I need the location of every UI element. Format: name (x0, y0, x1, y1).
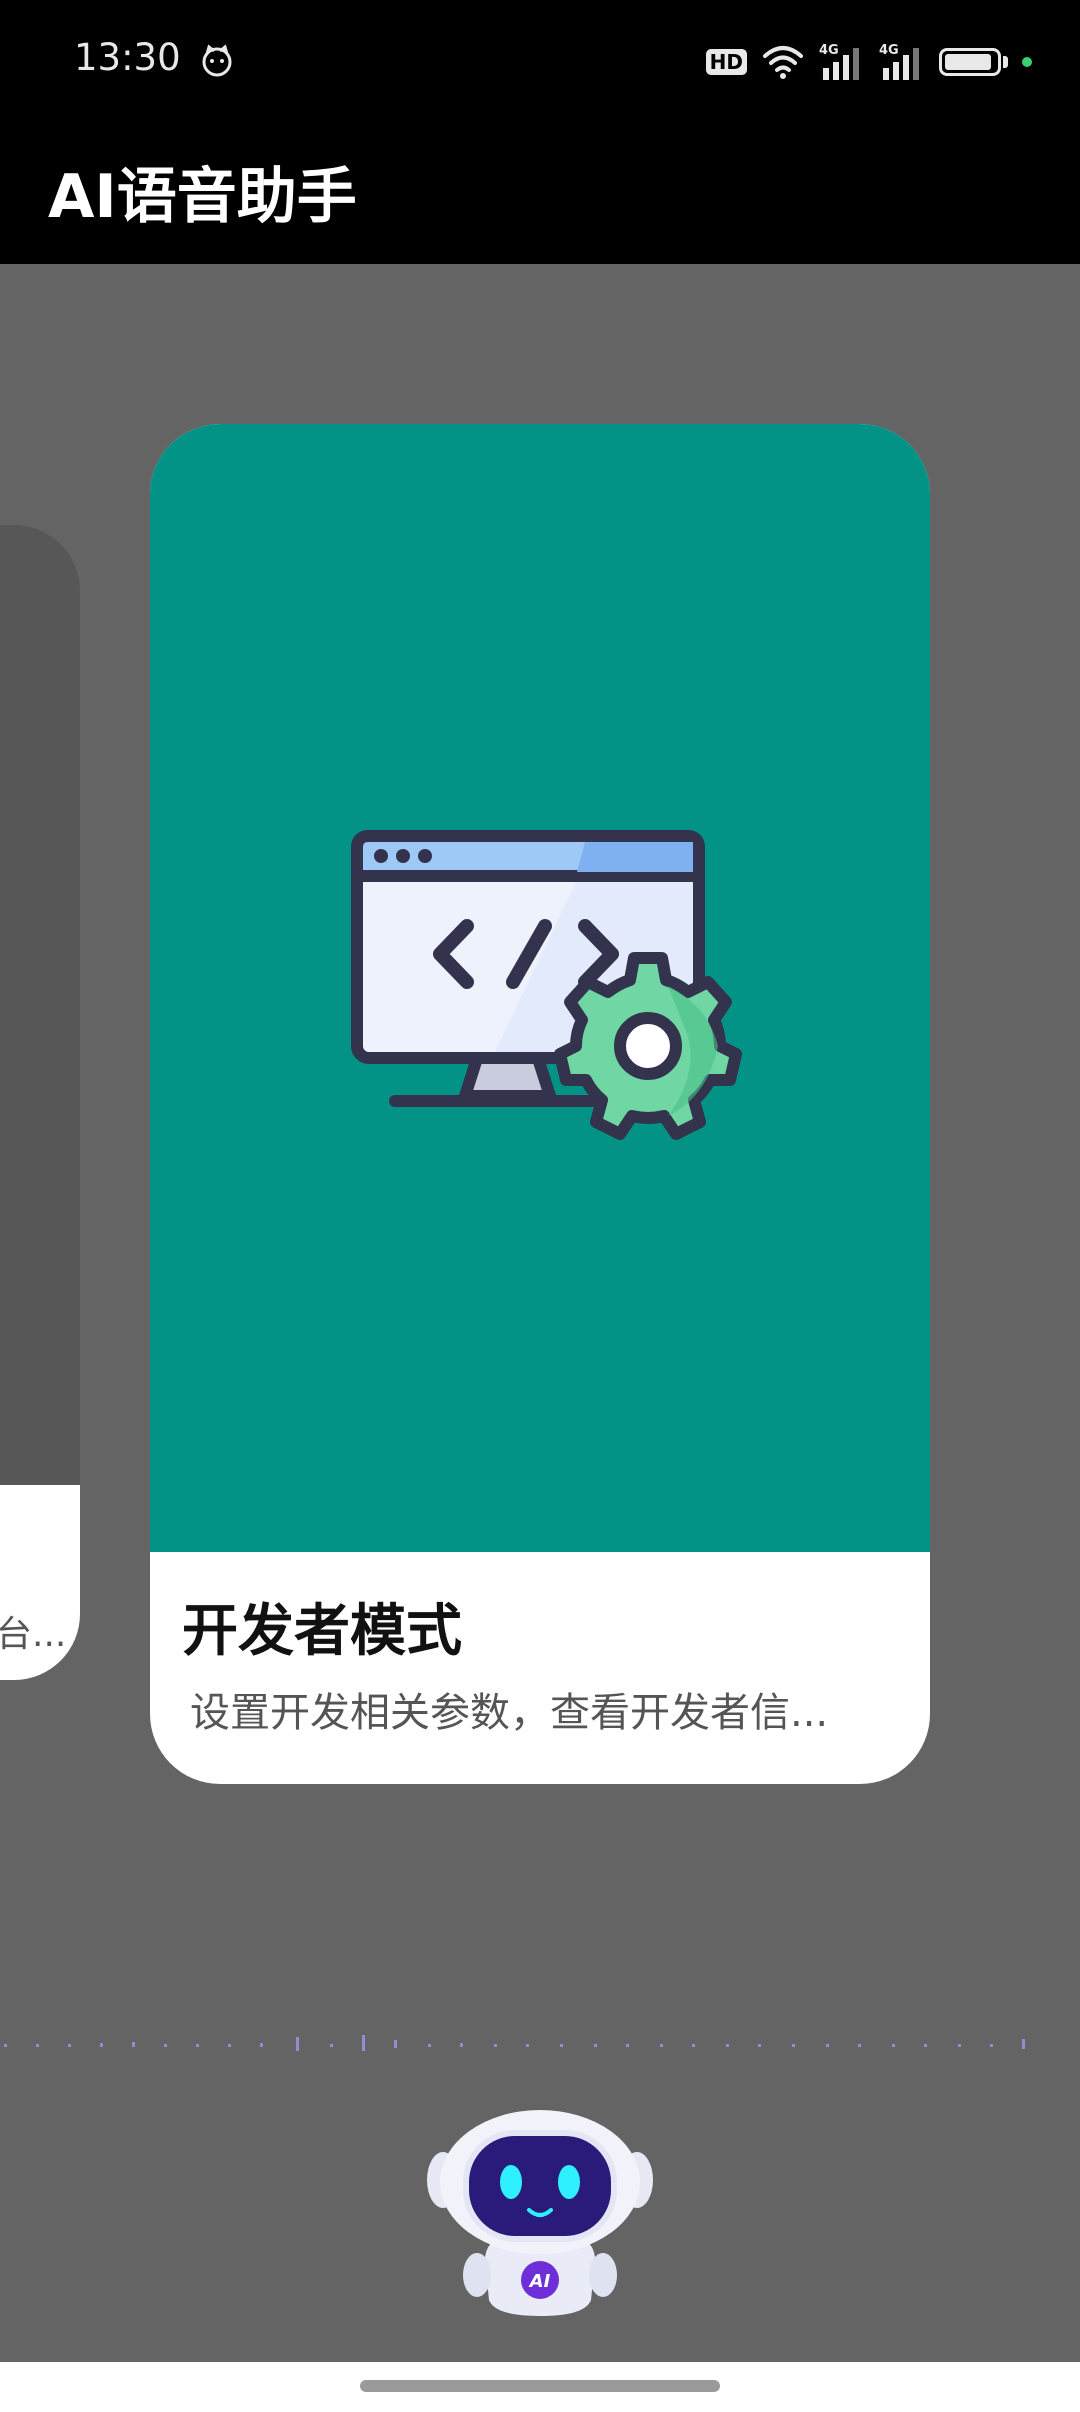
network-label-2: 4G (879, 43, 899, 58)
signal-icon-sim1: 4G (819, 43, 859, 80)
ai-badge-label: AI (528, 2271, 551, 2292)
app-bar: AI语音助手 (0, 124, 1080, 264)
charging-dot (1022, 57, 1032, 67)
hd-voice-icon: HD (705, 49, 747, 75)
network-label-1: 4G (819, 43, 839, 58)
status-time: 13:30 (74, 36, 181, 79)
status-bar: 13:30 HD 4G 4G (0, 0, 1080, 124)
carousel-card-previous[interactable]: 台... (0, 525, 80, 1680)
battery-icon (939, 48, 1001, 76)
side-card-footer: 台... (0, 1485, 80, 1680)
carousel-card-developer-mode[interactable]: 开发者模式 设置开发相关参数，查看开发者信... (150, 424, 930, 1784)
status-icons: HD 4G 4G (705, 40, 1032, 84)
card-title: 开发者模式 (182, 1599, 462, 1664)
card-description: 设置开发相关参数，查看开发者信... (190, 1690, 829, 1736)
signal-icon-sim2: 4G (879, 43, 919, 80)
voice-waveform (4, 2035, 1025, 2051)
ai-robot-assistant-icon[interactable]: AI (425, 2110, 655, 2320)
gesture-nav-area (0, 2362, 1080, 2412)
developer-monitor-gear-icon (351, 830, 742, 1140)
side-card-description: 台... (0, 1614, 67, 1655)
battery-tip (1003, 56, 1008, 68)
home-indicator[interactable] (360, 2380, 720, 2392)
wifi-icon (763, 46, 803, 79)
cat-notification-icon (202, 44, 232, 77)
card-image-area (150, 424, 930, 1552)
app-title: AI语音助手 (48, 162, 357, 232)
